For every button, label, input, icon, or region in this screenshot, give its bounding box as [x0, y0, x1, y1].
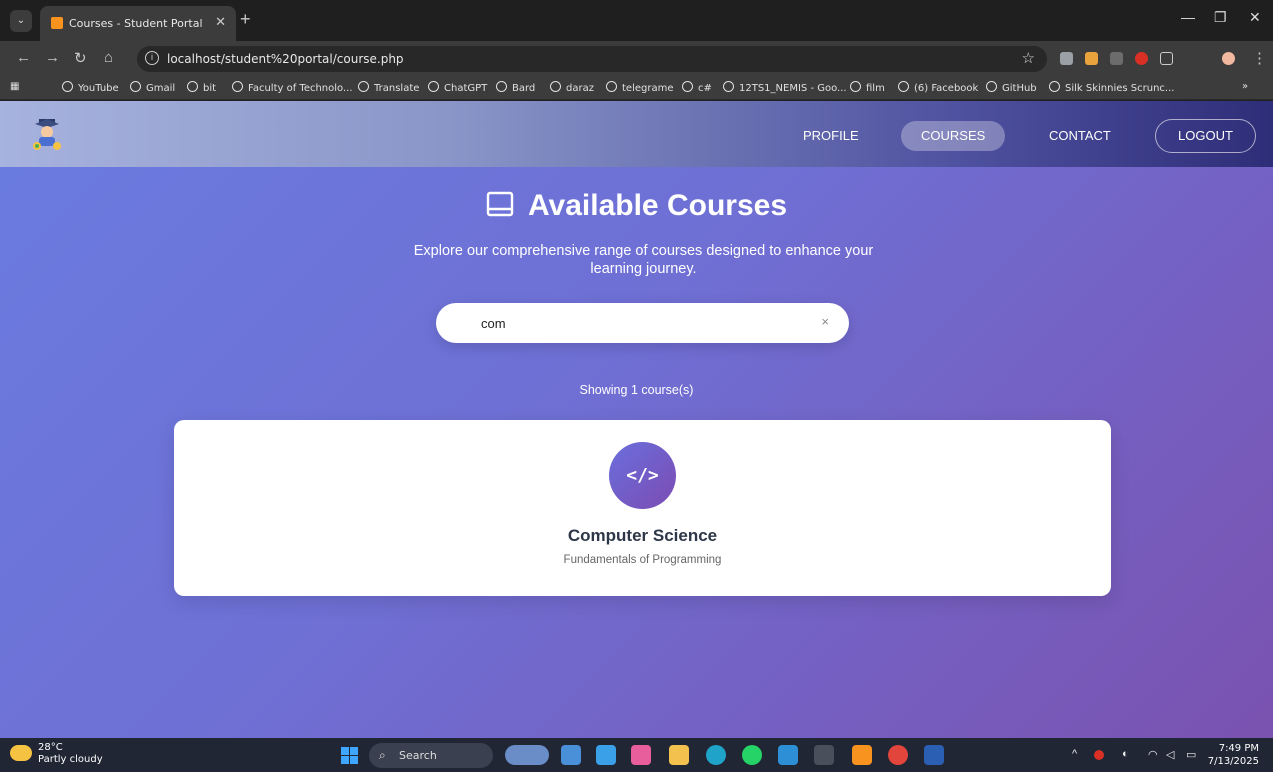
taskbar-clock[interactable]: 7:49 PM 7/13/2025 — [1208, 742, 1259, 768]
nav-contact-link[interactable]: CONTACT — [1049, 121, 1111, 151]
bookmarks-overflow-icon[interactable]: » — [1242, 81, 1248, 92]
reload-icon[interactable]: ↻ — [74, 49, 87, 67]
partly-cloudy-icon — [10, 745, 32, 761]
restore-icon[interactable]: ❐ — [1214, 9, 1227, 26]
tray-network-app-icon[interactable]: ◐ — [1122, 748, 1129, 760]
bookmark-item[interactable]: Bard — [496, 81, 535, 94]
student-logo-icon[interactable] — [30, 116, 64, 150]
close-tab-icon[interactable]: ✕ — [215, 14, 226, 30]
weather-condition: Partly cloudy — [38, 754, 103, 765]
clock-date: 7/13/2025 — [1207, 756, 1259, 767]
file-explorer-icon[interactable] — [669, 745, 689, 765]
taskbar: 28°C Partly cloudy ⌕ Search ^ ◐ ◠ ◁ ▭ 7:… — [0, 738, 1273, 772]
bookmark-item[interactable]: Faculty of Technolo... — [232, 81, 353, 94]
course-search-box: × — [436, 303, 849, 343]
url-text[interactable]: localhost/student%20portal/course.php — [167, 52, 404, 66]
profile-avatar-icon[interactable] — [1222, 52, 1235, 65]
bookmark-item[interactable]: GitHub — [986, 81, 1037, 94]
course-search-input[interactable] — [481, 313, 801, 333]
active-tab[interactable]: Courses - Student Portal ✕ — [40, 6, 236, 41]
word-icon[interactable] — [924, 745, 944, 765]
course-card[interactable]: </> Computer Science Fundamentals of Pro… — [174, 420, 1111, 596]
address-bar[interactable]: i localhost/student%20portal/course.php … — [137, 46, 1047, 72]
bookmark-item[interactable]: YouTube — [62, 81, 119, 94]
search-icon: ⌕ — [379, 748, 386, 762]
photos-icon[interactable] — [596, 745, 616, 765]
course-description: Fundamentals of Programming — [563, 554, 722, 566]
menu-kebab-icon[interactable]: ⋮ — [1252, 49, 1267, 67]
results-count: Showing 1 course(s) — [579, 383, 694, 397]
battery-icon[interactable]: ▭ — [1186, 748, 1196, 761]
minimize-icon[interactable]: — — [1181, 9, 1195, 25]
code-icon: </> — [609, 442, 676, 509]
browser-toolbar: ← → ↻ ⌂ i localhost/student%20portal/cou… — [0, 41, 1273, 76]
page-title-row: Available Courses — [0, 189, 1273, 223]
window-close-icon[interactable]: ✕ — [1249, 9, 1261, 26]
bookmark-item[interactable]: Translate — [358, 81, 419, 94]
taskbar-search[interactable]: ⌕ Search — [369, 743, 493, 768]
course-title: Computer Science — [567, 526, 718, 545]
wifi-icon[interactable]: ◠ — [1148, 748, 1158, 761]
bookmarks-bar: ▦ YouTube Gmail bit Faculty of Technolo.… — [0, 76, 1273, 100]
xampp-icon[interactable] — [852, 745, 872, 765]
tab-search-button[interactable]: ⌄ — [10, 10, 32, 32]
edge-icon[interactable] — [706, 745, 726, 765]
terminal-icon[interactable] — [814, 745, 834, 765]
forward-icon[interactable]: → — [45, 49, 60, 66]
widgets-icon[interactable] — [505, 745, 549, 765]
windows-start-icon[interactable] — [341, 747, 358, 764]
task-view-icon[interactable] — [561, 745, 581, 765]
taskbar-search-label: Search — [399, 749, 437, 762]
page-title: Available Courses — [528, 189, 787, 222]
weather-temperature: 28°C — [38, 742, 63, 753]
back-icon[interactable]: ← — [16, 49, 31, 66]
vscode-icon[interactable] — [778, 745, 798, 765]
bookmark-item[interactable]: 12TS1_NEMIS - Goo... — [723, 81, 847, 94]
page-subtitle: Explore our comprehensive range of cours… — [413, 243, 874, 277]
bookmark-item[interactable]: Silk Skinnies Scrunc... — [1049, 81, 1174, 94]
nav-courses-link[interactable]: COURSES — [901, 121, 1006, 151]
site-favicon-icon — [51, 17, 63, 29]
bookmark-item[interactable]: c# — [682, 81, 712, 94]
copilot-icon[interactable] — [631, 745, 651, 765]
volume-icon[interactable]: ◁ — [1166, 748, 1174, 761]
logout-button[interactable]: LOGOUT — [1155, 119, 1256, 153]
tab-strip: ⌄ Courses - Student Portal ✕ + — ❐ ✕ — [0, 0, 1273, 41]
home-icon[interactable]: ⌂ — [104, 49, 113, 66]
clock-time: 7:49 PM — [1218, 743, 1259, 754]
new-tab-button[interactable]: + — [240, 9, 251, 30]
bookmark-item[interactable]: (6) Facebook — [898, 81, 978, 94]
bookmark-star-icon[interactable]: ☆ — [1022, 49, 1035, 67]
bookmark-item[interactable]: film — [850, 81, 885, 94]
site-info-icon[interactable]: i — [145, 51, 159, 65]
book-icon — [486, 191, 514, 217]
extensions-puzzle-icon[interactable] — [1160, 52, 1173, 65]
tray-overflow-icon[interactable]: ^ — [1072, 748, 1077, 760]
chrome-icon[interactable] — [888, 745, 908, 765]
bookmark-item[interactable]: ChatGPT — [428, 81, 487, 94]
flag-extension-icon[interactable] — [1085, 52, 1098, 65]
whatsapp-icon[interactable] — [742, 745, 762, 765]
nav-profile-link[interactable]: PROFILE — [803, 121, 859, 151]
tab-title: Courses - Student Portal — [69, 17, 203, 30]
bookmark-item[interactable]: Gmail — [130, 81, 175, 94]
page-content: PROFILE COURSES CONTACT LOGOUT Available… — [0, 101, 1273, 738]
site-navbar: PROFILE COURSES CONTACT LOGOUT — [0, 101, 1273, 167]
bookmark-item[interactable]: telegrame — [606, 81, 673, 94]
apps-grid-icon[interactable]: ▦ — [10, 81, 19, 92]
clear-search-icon[interactable]: × — [821, 314, 829, 329]
z-extension-icon[interactable] — [1110, 52, 1123, 65]
camera-extension-icon[interactable] — [1060, 52, 1073, 65]
bookmark-item[interactable]: bit — [187, 81, 216, 94]
w-extension-icon[interactable] — [1135, 52, 1148, 65]
bookmark-item[interactable]: daraz — [550, 81, 594, 94]
tray-app-icon[interactable] — [1094, 750, 1104, 760]
